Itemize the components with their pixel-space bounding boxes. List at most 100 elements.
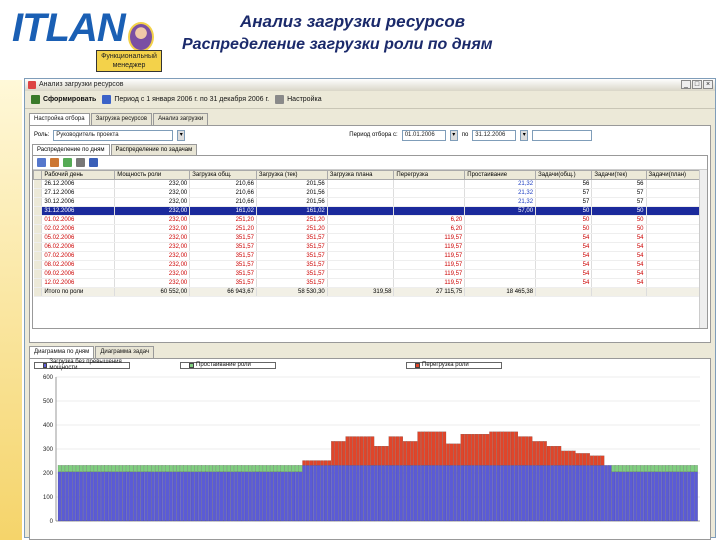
bar-over <box>579 453 583 466</box>
table-row[interactable]: 09.02.2006 232,00 351,57 351,57 119,57 54 54 <box>33 269 707 279</box>
maximize-button[interactable]: □ <box>692 80 702 89</box>
table-row[interactable]: 06.02.2006 232,00 351,57 351,57 119,57 54 54 <box>33 242 707 252</box>
bar-idle <box>155 465 159 472</box>
row-header[interactable] <box>33 278 43 288</box>
tab-filter[interactable]: Настройка отбора <box>29 113 90 125</box>
filter-icon[interactable] <box>50 158 59 167</box>
bar-normal <box>219 471 224 522</box>
tab-analysis[interactable]: Анализ загрузки <box>153 113 209 125</box>
role-label: Роль: <box>34 132 50 138</box>
table-cell: 50 <box>591 206 647 216</box>
legend-swatch <box>189 362 194 368</box>
sort-icon[interactable] <box>63 158 72 167</box>
date-to-field[interactable]: 31.12.2006 <box>472 129 517 141</box>
row-header[interactable] <box>33 260 43 270</box>
bar-idle <box>259 465 263 472</box>
row-header[interactable] <box>33 224 43 234</box>
table-cell: 54 <box>535 269 593 279</box>
find-icon[interactable] <box>37 158 46 167</box>
col-header[interactable]: Задачи(общ.) <box>535 170 593 180</box>
row-header[interactable] <box>33 269 43 279</box>
table-row[interactable]: 27.12.2006 232,00 210,66 201,56 21,32 57 57 <box>33 188 707 198</box>
settings-button[interactable]: Настройка <box>275 95 322 104</box>
close-button[interactable]: × <box>703 80 713 89</box>
table-row[interactable]: 01.02.2006 232,00 251,20 251,20 6,20 50 50 <box>33 215 707 225</box>
row-header[interactable] <box>33 251 43 261</box>
legend-swatch <box>43 362 48 368</box>
table-row[interactable]: 05.02.2006 232,00 351,57 351,57 119,57 54 54 <box>33 233 707 243</box>
bar-normal <box>352 465 357 522</box>
bar-idle <box>270 465 274 472</box>
date-from-field[interactable]: 01.01.2006 <box>401 129 446 141</box>
col-header[interactable]: Задачи(план) <box>645 170 707 180</box>
table-row[interactable]: 26.12.2006 232,00 210,66 201,56 21,32 56 56 <box>33 179 707 189</box>
table-row[interactable]: 30.12.2006 232,00 210,66 201,56 21,32 57 57 <box>33 197 707 207</box>
bar-over <box>356 436 360 466</box>
col-header[interactable]: Задачи(тек) <box>591 170 647 180</box>
bar-over <box>525 436 529 466</box>
role-dropdown-icon[interactable]: ▾ <box>177 129 186 141</box>
refresh-icon[interactable] <box>76 158 85 167</box>
bar-normal <box>306 465 310 522</box>
bar-idle <box>284 465 288 472</box>
bar-idle <box>255 465 260 472</box>
row-header[interactable] <box>33 242 43 252</box>
form-button[interactable]: Сформировать <box>31 95 96 104</box>
bar-normal <box>554 465 558 522</box>
bar-normal <box>122 471 127 522</box>
row-header[interactable] <box>33 233 43 243</box>
date-to-picker-icon[interactable]: ▾ <box>520 129 529 141</box>
table-row[interactable]: 02.02.2006 232,00 251,20 251,20 6,20 50 50 <box>33 224 707 234</box>
table-row[interactable]: 31.12.2006 232,00 161,02 161,02 57,00 50 50 <box>33 206 707 216</box>
col-header[interactable]: Рабочий день <box>41 170 116 180</box>
col-header[interactable]: Перегрузка <box>393 170 466 180</box>
window-titlebar[interactable]: Анализ загрузки ресурсов _ □ × <box>25 79 715 91</box>
bar-over <box>489 431 493 466</box>
subtab-by-tasks[interactable]: Распределение по задачам <box>110 144 198 155</box>
bar-idle <box>248 465 252 472</box>
subtab-by-days[interactable]: Распределение по дням <box>32 144 110 155</box>
table-total-row[interactable]: Итого по роли 60 552,00 66 943,67 58 530,30… <box>33 287 707 297</box>
bar-idle <box>140 465 145 472</box>
bar-normal <box>550 465 554 522</box>
chart-tabs: Диаграмма по дням Диаграмма задач <box>29 346 715 358</box>
col-header[interactable]: Загрузка (тек) <box>255 170 328 180</box>
bar-over <box>514 431 518 466</box>
table-cell: 30.12.2006 <box>41 197 116 207</box>
bar-normal <box>180 471 184 522</box>
tab-chart-days[interactable]: Диаграмма по дням <box>29 346 95 358</box>
col-header[interactable]: Мощность роли <box>114 170 191 180</box>
row-header[interactable] <box>33 188 43 198</box>
bar-normal <box>687 471 691 522</box>
table-cell: 54 <box>535 260 593 270</box>
row-header[interactable] <box>33 287 43 297</box>
vertical-scrollbar[interactable] <box>699 170 707 328</box>
table-row[interactable]: 08.02.2006 232,00 351,57 351,57 119,57 54 54 <box>33 260 707 270</box>
minimize-button[interactable]: _ <box>681 80 691 89</box>
bar-normal <box>370 465 375 522</box>
col-header[interactable]: Загрузка общ. <box>189 170 257 180</box>
bar-normal <box>262 471 267 522</box>
bar-normal <box>234 471 238 522</box>
row-header[interactable] <box>33 179 43 189</box>
role-field[interactable]: Руководитель проекта <box>53 129 174 141</box>
row-header[interactable] <box>33 215 43 225</box>
tab-load[interactable]: Загрузка ресурсов <box>90 113 153 125</box>
row-header[interactable] <box>33 197 43 207</box>
col-header[interactable]: Простаивание <box>464 170 537 180</box>
row-header[interactable] <box>33 206 43 216</box>
bar-normal <box>155 471 159 522</box>
bar-over <box>313 460 317 466</box>
table-row[interactable]: 12.02.2006 232,00 351,57 351,57 119,57 54 54 <box>33 278 707 288</box>
bar-over <box>503 431 508 466</box>
table-row[interactable]: 07.02.2006 232,00 351,57 351,57 119,57 54 54 <box>33 251 707 261</box>
bar-normal <box>216 471 220 522</box>
period-button[interactable]: Период с 1 января 2006 г. по 31 декабря … <box>102 95 269 104</box>
date-from-picker-icon[interactable]: ▾ <box>449 129 458 141</box>
tab-chart-tasks[interactable]: Диаграмма задач <box>95 346 155 358</box>
table-cell: 50 <box>535 224 593 234</box>
extra-field[interactable] <box>532 129 593 141</box>
col-header[interactable]: Загрузка плана <box>326 170 395 180</box>
bar-over <box>539 441 544 466</box>
print-icon[interactable] <box>89 158 98 167</box>
